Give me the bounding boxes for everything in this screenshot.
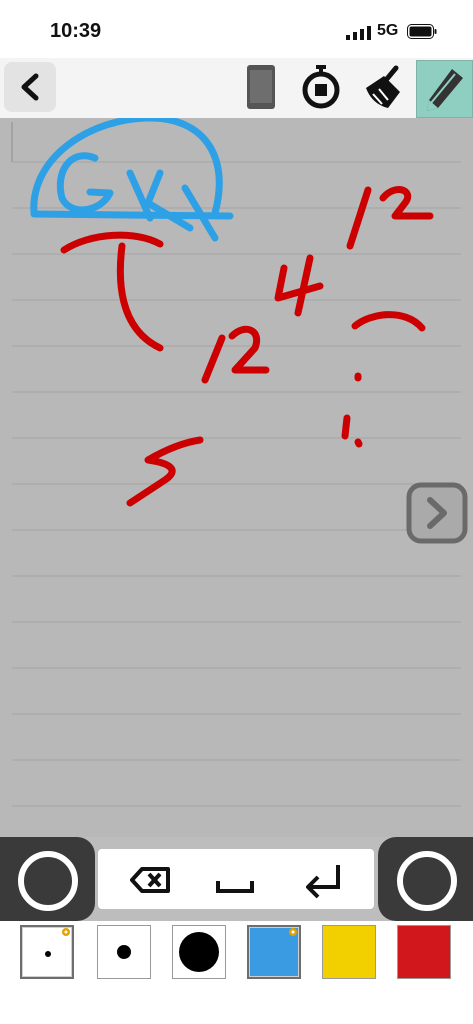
status-time: 10:39 <box>50 20 102 42</box>
medium-pen-swatch[interactable] <box>97 925 151 979</box>
stopwatch-icon <box>302 65 340 109</box>
return-icon[interactable] <box>302 859 344 901</box>
space-icon[interactable] <box>214 859 256 901</box>
cellular-signal-icon <box>346 26 371 40</box>
pen-tool-button[interactable] <box>416 60 473 118</box>
timer-button[interactable] <box>298 64 344 110</box>
right-circle-button[interactable] <box>378 837 473 921</box>
left-circle-button[interactable] <box>0 837 95 921</box>
large-pen-swatch[interactable] <box>172 925 226 979</box>
network-type: 5G <box>377 22 399 39</box>
drawing-canvas[interactable] <box>0 118 473 837</box>
backspace-icon[interactable] <box>130 859 172 901</box>
gear-icon <box>289 928 297 936</box>
small-dot-icon <box>45 951 51 957</box>
chevron-left-icon <box>21 73 39 101</box>
bottom-controls <box>0 837 473 921</box>
keypad <box>98 849 374 909</box>
yellow-swatch[interactable] <box>322 925 376 979</box>
back-button[interactable] <box>4 62 56 112</box>
broom-icon <box>366 65 400 108</box>
phone-icon <box>247 65 275 109</box>
pencil-icon <box>427 69 463 111</box>
medium-dot-icon <box>117 945 131 959</box>
clear-button[interactable] <box>358 64 404 110</box>
chevron-right-icon <box>406 482 468 544</box>
circle-icon <box>397 851 457 911</box>
gear-icon <box>62 928 70 936</box>
small-pen-swatch[interactable] <box>20 925 74 979</box>
large-dot-icon <box>179 932 219 972</box>
blue-swatch[interactable] <box>247 925 301 979</box>
phone-button[interactable] <box>238 64 284 110</box>
battery-icon <box>407 24 437 39</box>
next-page-button[interactable] <box>406 482 468 544</box>
toolbar <box>0 58 473 118</box>
handwriting-ink <box>30 118 434 507</box>
status-bar: 10:39 5G <box>0 0 473 60</box>
swatch-row <box>0 921 473 1024</box>
red-swatch[interactable] <box>397 925 451 979</box>
circle-icon <box>18 851 78 911</box>
